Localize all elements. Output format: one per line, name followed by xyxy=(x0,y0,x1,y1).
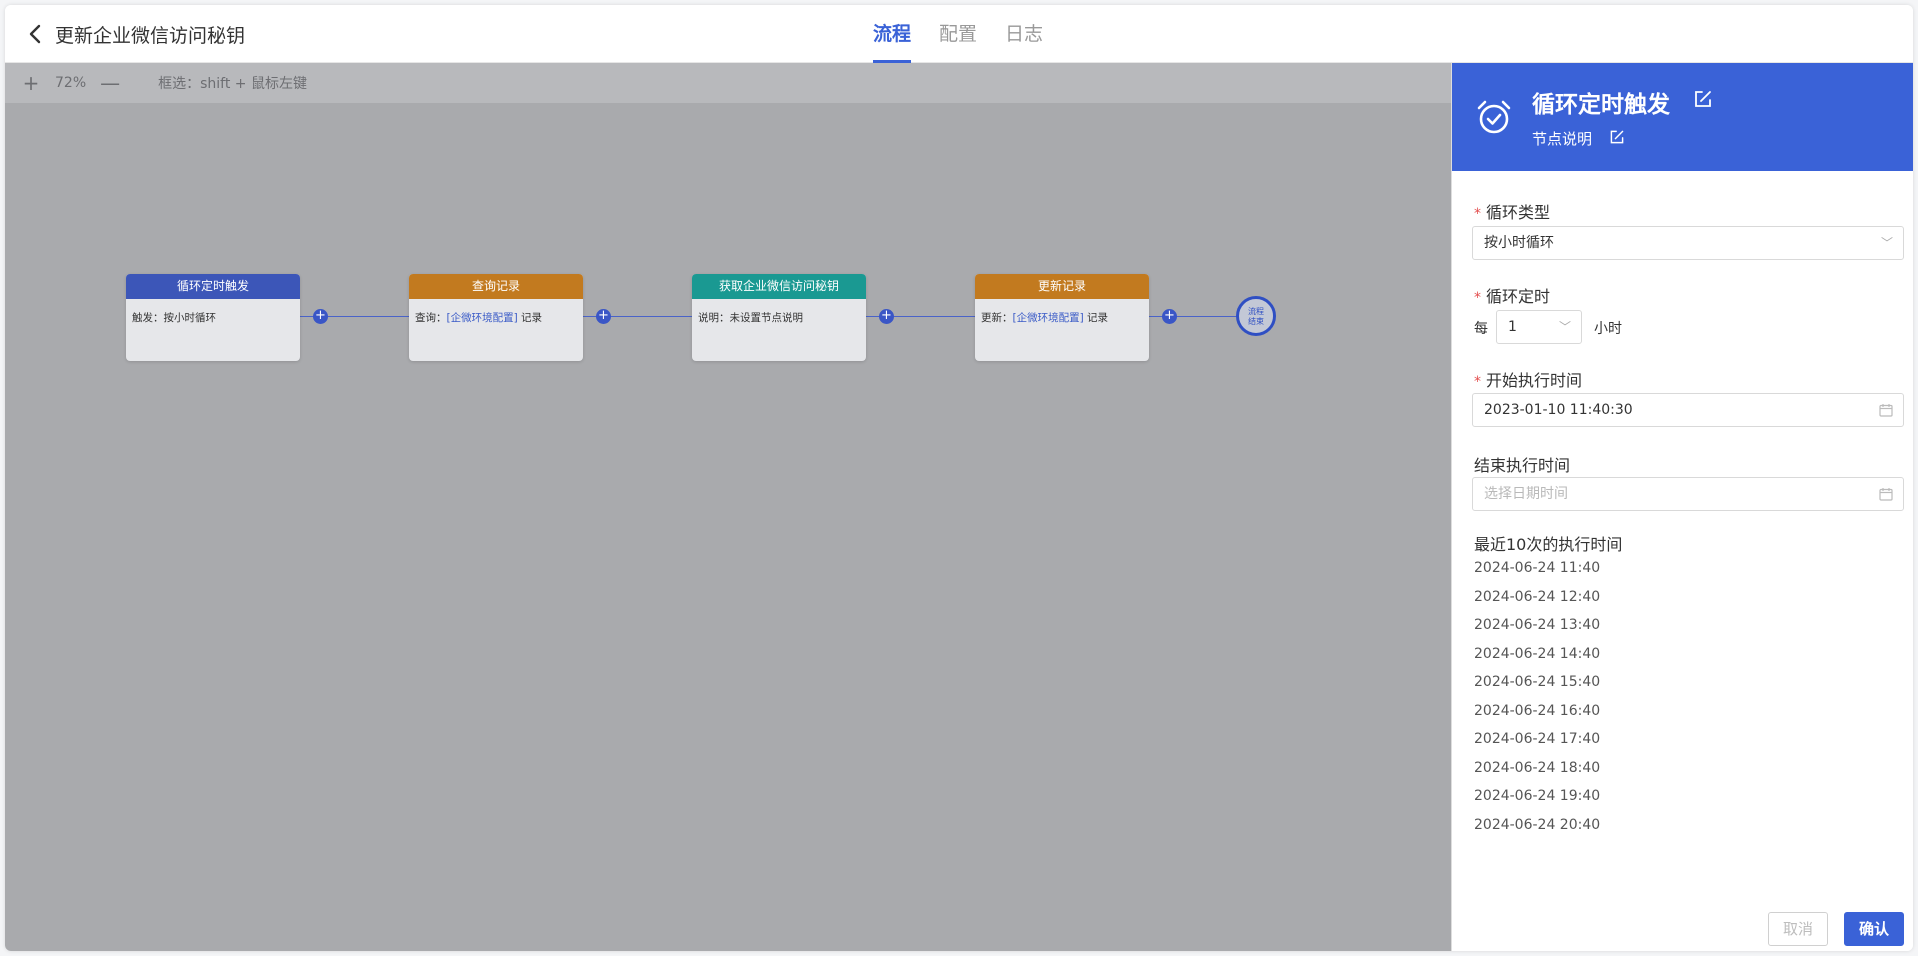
flow-node-query[interactable]: 查询记录 查询：[企微环境配置] 记录 xyxy=(409,274,583,361)
loop-type-label: * 循环类型 xyxy=(1474,203,1551,222)
every-label: 每 xyxy=(1474,321,1488,337)
end-time-label: 结束执行时间 xyxy=(1474,456,1571,475)
recent-run-item: 2024-06-24 16:40 xyxy=(1474,702,1601,719)
loop-type-value: 按小时循环 xyxy=(1484,235,1554,251)
add-node-icon[interactable]: + xyxy=(1162,309,1177,324)
end-time-placeholder: 选择日期时间 xyxy=(1484,486,1568,502)
node-body: 说明：未设置节点说明 xyxy=(692,299,866,336)
flow-node-update[interactable]: 更新记录 更新：[企微环境配置] 记录 xyxy=(975,274,1149,361)
node-title: 查询记录 xyxy=(409,274,583,299)
node-body: 触发：按小时循环 xyxy=(126,299,300,336)
flow-node-get-secret[interactable]: 获取企业微信访问秘钥 说明：未设置节点说明 xyxy=(692,274,866,361)
node-title: 循环定时触发 xyxy=(126,274,300,299)
flow-canvas[interactable]: + 72% — 框选：shift + 鼠标左键 循环定时触发 触发：按小时循环 … xyxy=(5,63,1451,951)
start-time-input[interactable]: 2023-01-10 11:40:30 xyxy=(1472,393,1904,427)
unit-label: 小时 xyxy=(1594,321,1622,337)
loop-type-select[interactable]: 按小时循环 ﹀ xyxy=(1472,226,1904,260)
zoom-in-icon[interactable]: + xyxy=(19,71,43,95)
required-mark: * xyxy=(1474,206,1481,222)
node-value: 未设置节点说明 xyxy=(729,312,804,324)
add-node-icon[interactable]: + xyxy=(313,309,328,324)
recent-run-item: 2024-06-24 12:40 xyxy=(1474,588,1601,605)
page-title: 更新企业微信访问秘钥 xyxy=(55,25,246,47)
panel-header: 循环定时触发 节点说明 xyxy=(1452,63,1913,171)
tab-log[interactable]: 日志 xyxy=(1005,5,1043,63)
start-time-label: * 开始执行时间 xyxy=(1474,371,1583,390)
node-label: 查询： xyxy=(415,312,447,324)
recent-run-item: 2024-06-24 18:40 xyxy=(1474,759,1601,776)
chevron-down-icon: ﹀ xyxy=(1558,320,1571,334)
node-value: 记录 xyxy=(517,312,543,324)
connector-line xyxy=(1147,316,1237,317)
interval-select[interactable]: 1 ﹀ xyxy=(1496,310,1582,344)
node-config-panel: 循环定时触发 节点说明 * 循环类型 按小时循环 ﹀ * 循环定时 每 1 ﹀ 小时… xyxy=(1451,63,1913,951)
add-node-icon[interactable]: + xyxy=(596,309,611,324)
selection-hint: 框选：shift + 鼠标左键 xyxy=(158,76,307,92)
flow-end-node[interactable]: 流程 结束 xyxy=(1236,296,1276,336)
app-window: 更新企业微信访问秘钥 流程 配置 日志 + 72% — 框选：shift + 鼠… xyxy=(5,5,1913,951)
node-body: 查询：[企微环境配置] 记录 xyxy=(409,299,583,336)
zoom-level: 72% xyxy=(55,75,87,91)
recent-run-item: 2024-06-24 15:40 xyxy=(1474,674,1601,690)
add-node-icon[interactable]: + xyxy=(879,309,894,324)
edit-icon[interactable] xyxy=(1609,129,1625,145)
node-body: 更新：[企微环境配置] 记录 xyxy=(975,299,1149,336)
required-mark: * xyxy=(1474,290,1481,306)
edit-icon[interactable] xyxy=(1693,89,1713,109)
recent-run-item: 2024-06-24 19:40 xyxy=(1474,788,1601,804)
zoom-out-icon[interactable]: — xyxy=(98,71,122,95)
node-title: 更新记录 xyxy=(975,274,1149,299)
recent-runs-title: 最近10次的执行时间 xyxy=(1474,535,1623,554)
interval-value: 1 xyxy=(1508,319,1517,335)
end-time-input[interactable]: 选择日期时间 xyxy=(1472,477,1904,511)
loop-timer-label: * 循环定时 xyxy=(1474,287,1551,306)
node-title: 获取企业微信访问秘钥 xyxy=(692,274,866,299)
node-value: 记录 xyxy=(1083,312,1109,324)
required-mark: * xyxy=(1474,374,1481,390)
chevron-down-icon: ﹀ xyxy=(1880,236,1893,250)
top-header: 更新企业微信访问秘钥 流程 配置 日志 xyxy=(5,5,1913,63)
recent-run-item: 2024-06-24 11:40 xyxy=(1474,560,1601,576)
recent-run-item: 2024-06-24 13:40 xyxy=(1474,617,1601,633)
node-label: 触发： xyxy=(132,312,164,324)
recent-run-item: 2024-06-24 14:40 xyxy=(1474,645,1601,662)
node-link[interactable]: [企微环境配置] xyxy=(447,312,518,324)
tab-bar: 流程 配置 日志 xyxy=(873,5,1043,63)
node-label: 更新： xyxy=(981,312,1013,324)
back-arrow-icon[interactable] xyxy=(25,23,47,45)
start-time-value: 2023-01-10 11:40:30 xyxy=(1484,402,1633,418)
flow-node-trigger[interactable]: 循环定时触发 触发：按小时循环 xyxy=(126,274,300,361)
calendar-icon xyxy=(1879,488,1893,501)
end-label-line1: 流程 xyxy=(1248,307,1264,316)
tab-config[interactable]: 配置 xyxy=(939,5,977,63)
alarm-clock-icon xyxy=(1477,100,1511,134)
panel-title: 循环定时触发 xyxy=(1532,92,1670,118)
canvas-toolbar: + 72% — 框选：shift + 鼠标左键 xyxy=(5,63,1451,103)
node-value: 按小时循环 xyxy=(163,312,217,324)
recent-run-item: 2024-06-24 20:40 xyxy=(1474,816,1601,833)
recent-run-item: 2024-06-24 17:40 xyxy=(1474,731,1601,747)
confirm-button[interactable]: 确认 xyxy=(1844,912,1904,946)
cancel-button[interactable]: 取消 xyxy=(1768,912,1828,946)
end-label-line2: 结束 xyxy=(1248,317,1264,326)
calendar-icon xyxy=(1879,404,1893,417)
node-label: 说明： xyxy=(698,312,730,324)
node-link[interactable]: [企微环境配置] xyxy=(1013,312,1084,324)
recent-runs-list: 2024-06-24 11:40 2024-06-24 12:40 2024-0… xyxy=(1474,560,1600,845)
tab-flow[interactable]: 流程 xyxy=(873,5,912,63)
node-description-label: 节点说明 xyxy=(1532,130,1593,148)
